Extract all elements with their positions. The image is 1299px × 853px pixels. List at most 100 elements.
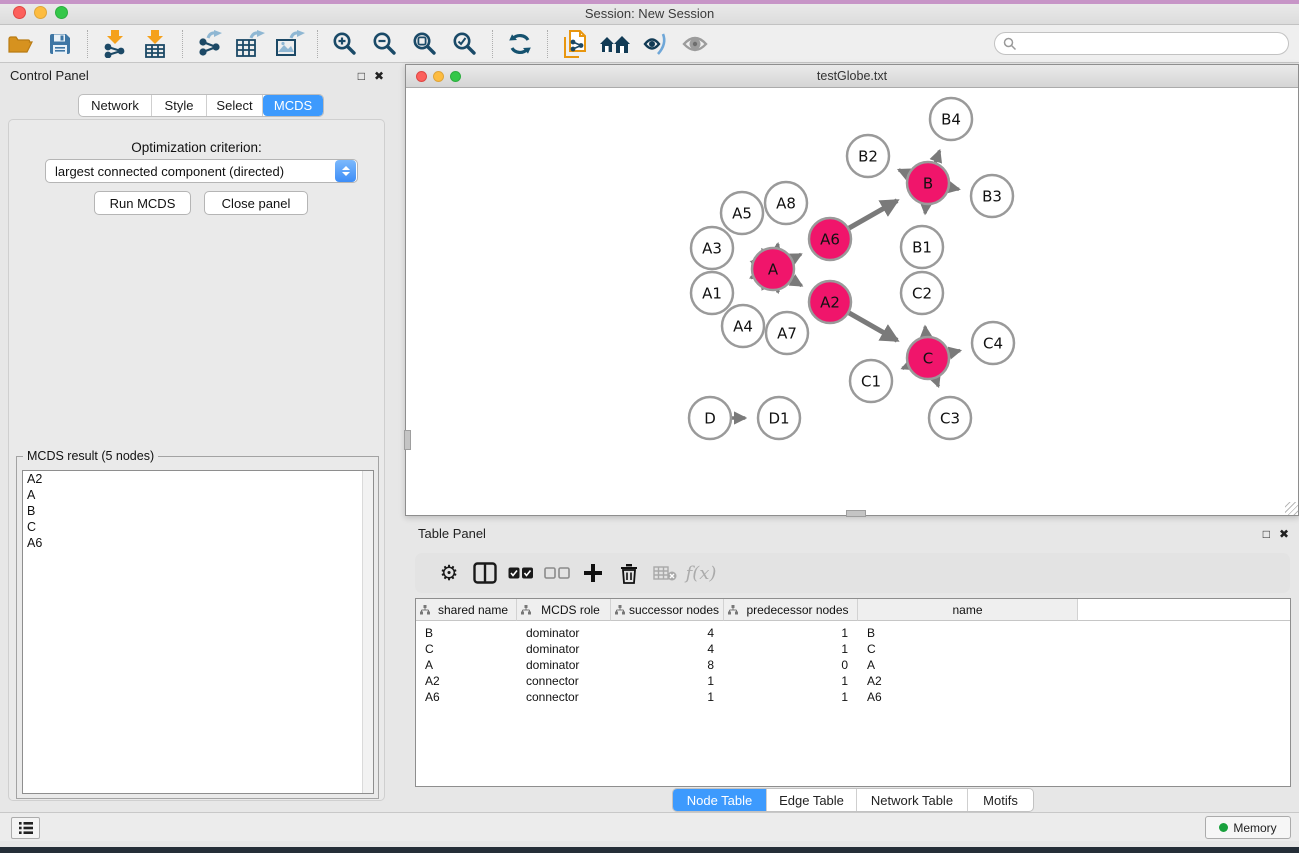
table-row[interactable]: A2connector11A2 [416,673,1290,689]
table-cell[interactable]: 4 [611,642,724,656]
tab-select[interactable]: Select [207,95,263,116]
table-row[interactable]: A6connector11A6 [416,689,1290,705]
graph-edge[interactable] [936,379,939,387]
table-cell[interactable]: 1 [724,642,858,656]
result-item[interactable]: A2 [23,471,373,487]
tab-mcds[interactable]: MCDS [263,95,323,116]
table-cell[interactable]: A2 [858,674,1078,688]
table-cell[interactable]: A6 [416,690,517,704]
result-item[interactable]: A6 [23,535,373,551]
import-network-icon[interactable] [98,29,132,59]
table-cell[interactable]: 1 [724,690,858,704]
network-resize-grip[interactable] [1285,502,1298,515]
column-header-predecessor-nodes[interactable]: predecessor nodes [724,599,858,621]
network-graph[interactable]: B4B2BB3A8A5A6B1A3AA1C2A2A4A7C4CC1C3DD1 [406,88,1298,515]
float-table-panel-icon[interactable]: □ [1263,527,1270,541]
add-column-icon[interactable] [575,558,611,588]
settings-icon[interactable]: ⚙ [431,558,467,588]
table-cell[interactable]: 4 [611,626,724,640]
delete-table-icon[interactable] [647,558,683,588]
table-cell[interactable]: 1 [724,626,858,640]
graph-edge[interactable] [950,187,959,189]
search-field[interactable] [994,32,1289,55]
network-scroll-handle-left[interactable] [404,430,411,450]
graph-edge[interactable] [792,254,801,259]
network-window-titlebar[interactable]: testGlobe.txt [406,65,1298,88]
show-graphics-details-icon[interactable] [678,29,712,59]
hide-graphics-details-icon[interactable] [638,29,672,59]
table-row[interactable]: Bdominator41B [416,625,1290,641]
delete-column-icon[interactable] [611,558,647,588]
column-header-successor-nodes[interactable]: successor nodes [611,599,724,621]
result-item[interactable]: C [23,519,373,535]
zoom-out-icon[interactable] [368,29,402,59]
network-scroll-handle-bottom[interactable] [846,510,866,517]
export-image-icon[interactable] [273,29,307,59]
criterion-select[interactable]: largest connected component (directed) [45,159,358,183]
graph-edge[interactable] [925,327,926,336]
float-panel-icon[interactable]: □ [358,69,365,83]
graph-edge[interactable] [899,170,908,174]
tab-motifs[interactable]: Motifs [968,789,1033,811]
table-cell[interactable]: A2 [416,674,517,688]
table-row[interactable]: Cdominator41C [416,641,1290,657]
clone-network-icon[interactable] [558,29,592,59]
table-cell[interactable]: A [858,658,1078,672]
graph-edge[interactable] [935,151,939,163]
table-cell[interactable]: C [858,642,1078,656]
table-cell[interactable]: A [416,658,517,672]
column-header-name[interactable]: name [858,599,1078,621]
graph-edge[interactable] [849,313,897,340]
zoom-fit-icon[interactable] [408,29,442,59]
table-cell[interactable]: connector [517,690,611,704]
graph-edge[interactable] [792,280,802,286]
close-panel-icon[interactable]: ✖ [374,69,384,83]
table-cell[interactable]: C [416,642,517,656]
graph-edge[interactable] [902,366,907,368]
mcds-result-list[interactable]: A2ABCA6 [22,470,374,794]
result-item[interactable]: A [23,487,373,503]
tab-network[interactable]: Network [79,95,152,116]
graph-edge[interactable] [925,205,926,213]
export-table-icon[interactable] [233,29,267,59]
close-panel-button[interactable]: Close panel [204,191,308,215]
import-table-icon[interactable] [138,29,172,59]
refresh-view-icon[interactable] [503,29,537,59]
column-header-mcds-role[interactable]: MCDS role [517,599,611,621]
deselect-all-rows-icon[interactable] [539,558,575,588]
run-mcds-button[interactable]: Run MCDS [94,191,191,215]
table-cell[interactable]: dominator [517,626,611,640]
show-panels-button[interactable] [11,817,40,839]
table-cell[interactable]: dominator [517,642,611,656]
column-header-shared-name[interactable]: shared name [416,599,517,621]
apply-function-icon[interactable]: f(x) [683,558,719,588]
graph-edge[interactable] [751,277,753,278]
table-cell[interactable]: 1 [611,674,724,688]
tab-style[interactable]: Style [152,95,207,116]
window-titlebar[interactable]: Session: New Session [0,0,1299,25]
export-network-icon[interactable] [193,29,227,59]
tab-edge-table[interactable]: Edge Table [767,789,857,811]
open-session-icon[interactable] [3,29,37,59]
table-row[interactable]: Adominator80A [416,657,1290,673]
result-list-scrollbar[interactable] [362,471,373,793]
table-cell[interactable]: 0 [724,658,858,672]
tab-network-table[interactable]: Network Table [857,789,968,811]
close-table-panel-icon[interactable]: ✖ [1279,527,1289,541]
table-cell[interactable]: B [416,626,517,640]
graph-edge[interactable] [949,351,960,353]
save-session-icon[interactable] [43,29,77,59]
search-input[interactable] [1017,35,1288,53]
graph-edge[interactable] [849,201,897,228]
tab-node-table[interactable]: Node Table [673,789,767,811]
table-cell[interactable]: dominator [517,658,611,672]
zoom-selected-icon[interactable] [448,29,482,59]
table-cell[interactable]: 1 [611,690,724,704]
result-item[interactable]: B [23,503,373,519]
network-canvas[interactable]: B4B2BB3A8A5A6B1A3AA1C2A2A4A7C4CC1C3DD1 [406,88,1298,515]
table-cell[interactable]: B [858,626,1078,640]
zoom-in-icon[interactable] [328,29,362,59]
graph-edge[interactable] [777,244,778,247]
home-layout-icon[interactable] [598,29,632,59]
table-cell[interactable]: 1 [724,674,858,688]
